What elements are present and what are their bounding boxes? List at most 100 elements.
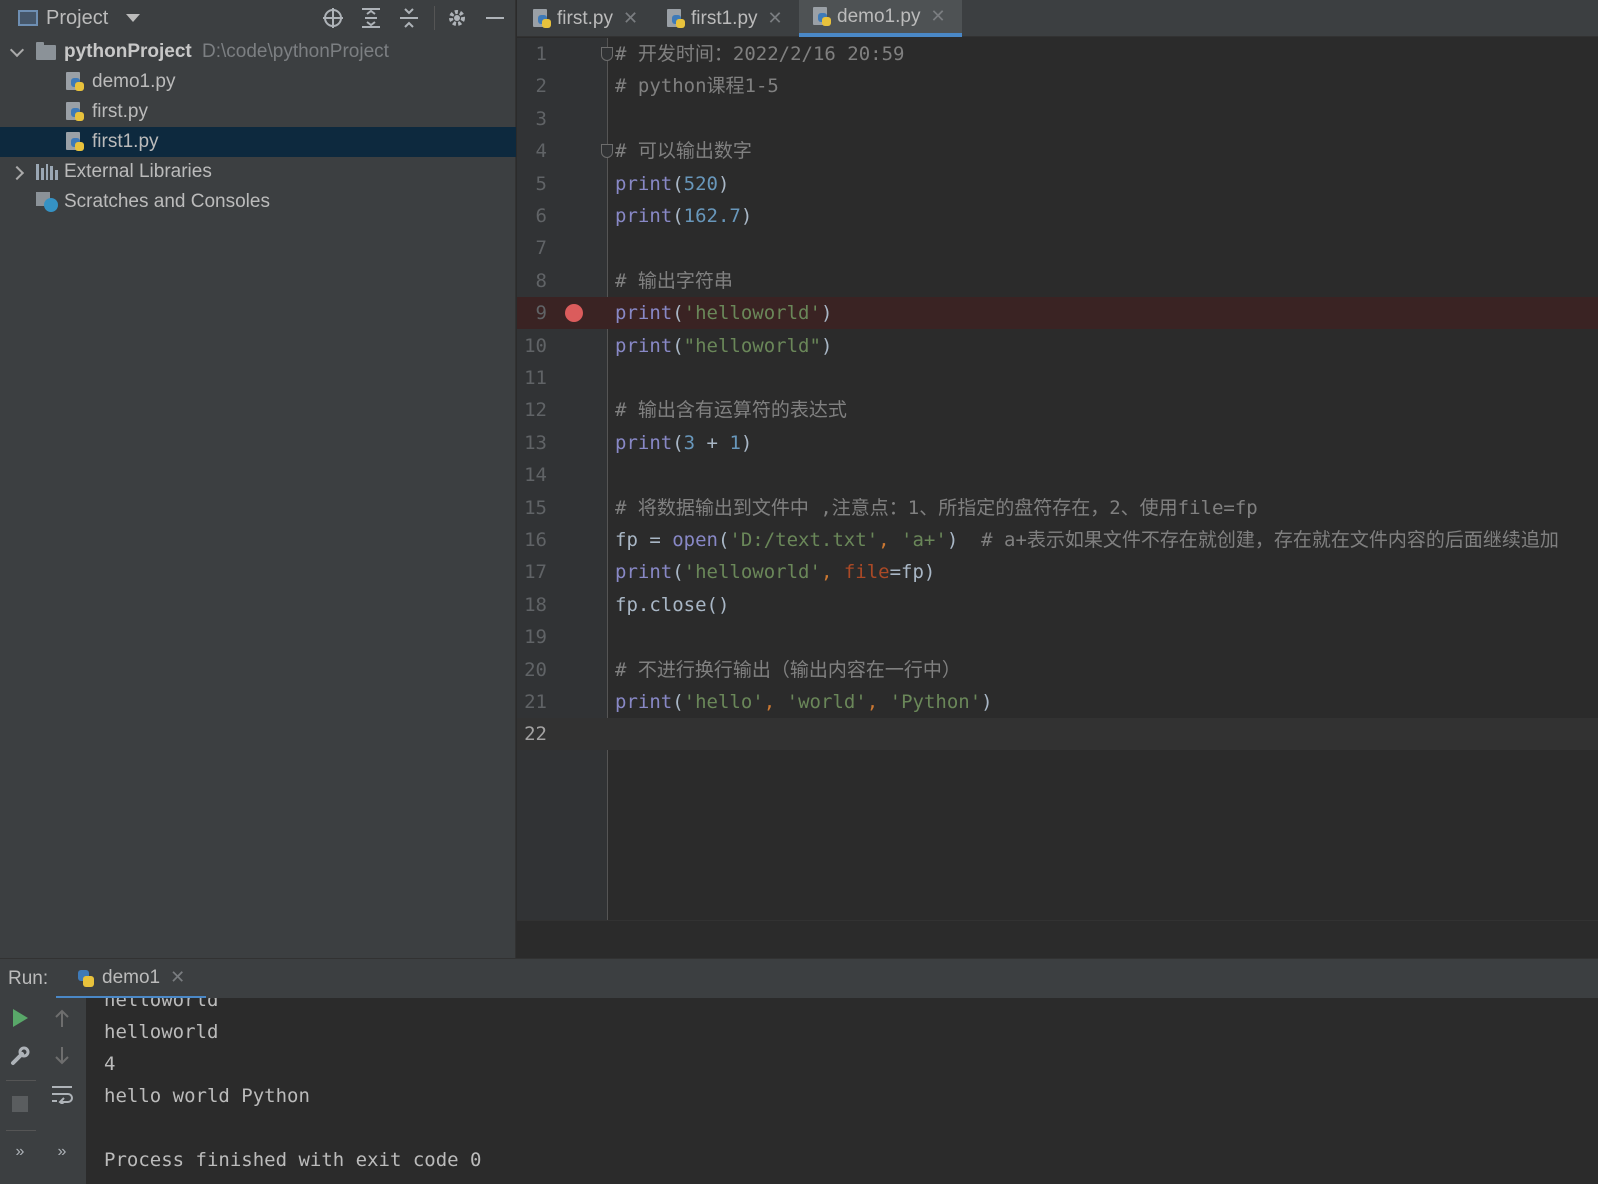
tree-item-file[interactable]: demo1.py [0, 67, 516, 97]
close-icon[interactable]: ✕ [170, 967, 185, 988]
line-number[interactable]: 4 [517, 135, 547, 167]
tab-demo1-py[interactable]: demo1.py ✕ [799, 0, 962, 37]
tree-item-scratches[interactable]: Scratches and Consoles [0, 187, 516, 217]
editor-horizontal-scroll-area[interactable] [517, 920, 1598, 958]
code-editor[interactable]: 1 # 开发时间：2022/2/16 20:59 2 # python课程1-5 3 4 #… [517, 38, 1598, 920]
line-number[interactable]: 3 [517, 103, 547, 135]
tree-item-external-libraries[interactable]: External Libraries [0, 157, 516, 187]
chevron-down-icon[interactable] [10, 43, 24, 57]
project-path: D:\code\pythonProject [202, 41, 389, 62]
tree-item-file-selected[interactable]: first1.py [0, 127, 516, 157]
tab-first-py[interactable]: first.py ✕ [533, 0, 653, 37]
stop-button[interactable] [6, 1090, 34, 1118]
line-number[interactable]: 2 [517, 70, 547, 102]
close-icon[interactable]: ✕ [930, 6, 945, 27]
scroll-down-button[interactable] [48, 1042, 76, 1070]
line-number[interactable]: 17 [517, 556, 547, 588]
line-number[interactable]: 11 [517, 362, 547, 394]
code-text[interactable]: fp = open('D:/text.txt', 'a+') # a+表示如果文… [615, 524, 1559, 556]
double-chevron-icon: » [57, 1143, 67, 1160]
code-line[interactable]: 5 print(520) [517, 168, 1598, 200]
modify-run-configuration-button[interactable] [6, 1042, 34, 1070]
collapse-all-button[interactable] [396, 6, 422, 30]
code-line[interactable]: 16 fp = open('D:/text.txt', 'a+') # a+表示如… [517, 524, 1598, 556]
code-text[interactable]: print("helloworld") [615, 330, 832, 362]
fold-icon[interactable] [601, 144, 613, 159]
code-line[interactable]: 1 # 开发时间：2022/2/16 20:59 [517, 38, 1598, 70]
code-line[interactable]: 6 print(162.7) [517, 200, 1598, 232]
code-text[interactable]: # 可以输出数字 [615, 135, 752, 167]
more-actions-button[interactable]: » [48, 1138, 76, 1166]
code-line[interactable]: 15 # 将数据输出到文件中 ,注意点：1、所指定的盘符存在，2、使用file=f… [517, 492, 1598, 524]
console-line: helloworld [104, 1021, 219, 1043]
locate-file-button[interactable] [320, 6, 346, 30]
code-line[interactable]: 13 print(3 + 1) [517, 427, 1598, 459]
minimize-button[interactable] [482, 6, 508, 30]
close-icon[interactable]: ✕ [768, 8, 783, 29]
expand-all-button[interactable] [358, 6, 384, 30]
line-number[interactable]: 6 [517, 200, 547, 232]
line-number[interactable]: 16 [517, 524, 547, 556]
code-text[interactable]: print(3 + 1) [615, 427, 752, 459]
fold-icon[interactable] [601, 47, 613, 61]
scroll-up-button[interactable] [48, 1004, 76, 1032]
code-line[interactable]: 12 # 输出含有运算符的表达式 [517, 394, 1598, 426]
chevron-down-icon[interactable] [126, 14, 141, 22]
line-number[interactable]: 1 [517, 38, 547, 70]
more-actions-button[interactable]: » [6, 1138, 34, 1166]
settings-button[interactable] [444, 6, 470, 30]
line-number[interactable]: 13 [517, 427, 547, 459]
line-number[interactable]: 18 [517, 589, 547, 621]
code-text[interactable]: print('helloworld', file=fp) [615, 556, 935, 588]
close-icon[interactable]: ✕ [623, 8, 638, 29]
code-line[interactable]: 2 # python课程1-5 [517, 70, 1598, 102]
code-line[interactable]: 18 fp.close() [517, 589, 1598, 621]
line-number[interactable]: 7 [517, 232, 547, 264]
code-line[interactable]: 8 # 输出字符串 [517, 265, 1598, 297]
code-line[interactable]: 22 [517, 718, 1598, 751]
code-line[interactable]: 20 # 不进行换行输出（输出内容在一行中） [517, 654, 1598, 686]
code-text[interactable]: print(520) [615, 168, 729, 200]
breakpoint-icon[interactable] [565, 304, 583, 323]
code-line[interactable]: 14 [517, 459, 1598, 491]
code-line[interactable]: 7 [517, 232, 1598, 264]
code-line[interactable]: 10 print("helloworld") [517, 330, 1598, 362]
line-number[interactable]: 19 [517, 621, 547, 653]
line-number[interactable]: 22 [517, 718, 547, 750]
line-number[interactable]: 8 [517, 265, 547, 297]
line-number[interactable]: 21 [517, 686, 547, 718]
tab-first1-py[interactable]: first1.py ✕ [667, 0, 797, 37]
code-line[interactable]: 3 [517, 103, 1598, 135]
project-view-selector[interactable]: Project [46, 7, 108, 30]
code-text[interactable]: # 输出字符串 [615, 265, 733, 297]
code-line[interactable]: 21 print('hello', 'world', 'Python') [517, 686, 1598, 718]
code-text[interactable]: print('helloworld') [615, 297, 832, 329]
run-tab-demo1[interactable]: demo1 ✕ [56, 959, 206, 999]
line-number[interactable]: 9 [517, 297, 547, 329]
line-number[interactable]: 12 [517, 394, 547, 426]
line-number[interactable]: 10 [517, 330, 547, 362]
code-line[interactable]: 4 # 可以输出数字 [517, 135, 1598, 167]
tree-item-project-root[interactable]: pythonProject D:\code\pythonProject [0, 37, 516, 67]
soft-wrap-button[interactable] [48, 1080, 76, 1108]
line-number[interactable]: 14 [517, 459, 547, 491]
code-text[interactable]: # 将数据输出到文件中 ,注意点：1、所指定的盘符存在，2、使用file=fp [615, 492, 1258, 524]
code-line[interactable]: 9 print('helloworld') [517, 297, 1598, 330]
tree-item-file[interactable]: first.py [0, 97, 516, 127]
code-text[interactable]: print(162.7) [615, 200, 752, 232]
code-line[interactable]: 19 [517, 621, 1598, 653]
run-console-output[interactable]: helloworld helloworld 4 hello world Pyth… [86, 998, 1598, 1184]
code-text[interactable]: # 不进行换行输出（输出内容在一行中） [615, 654, 961, 686]
line-number[interactable]: 20 [517, 654, 547, 686]
chevron-right-icon[interactable] [12, 165, 26, 179]
code-line[interactable]: 11 [517, 362, 1598, 394]
code-text[interactable]: # 输出含有运算符的表达式 [615, 394, 847, 426]
line-number[interactable]: 15 [517, 492, 547, 524]
code-text[interactable]: # python课程1-5 [615, 70, 779, 102]
rerun-button[interactable] [6, 1004, 34, 1032]
code-text[interactable]: # 开发时间：2022/2/16 20:59 [615, 38, 904, 70]
code-text[interactable]: print('hello', 'world', 'Python') [615, 686, 993, 718]
line-number[interactable]: 5 [517, 168, 547, 200]
code-line[interactable]: 17 print('helloworld', file=fp) [517, 556, 1598, 588]
code-text[interactable]: fp.close() [615, 589, 729, 621]
